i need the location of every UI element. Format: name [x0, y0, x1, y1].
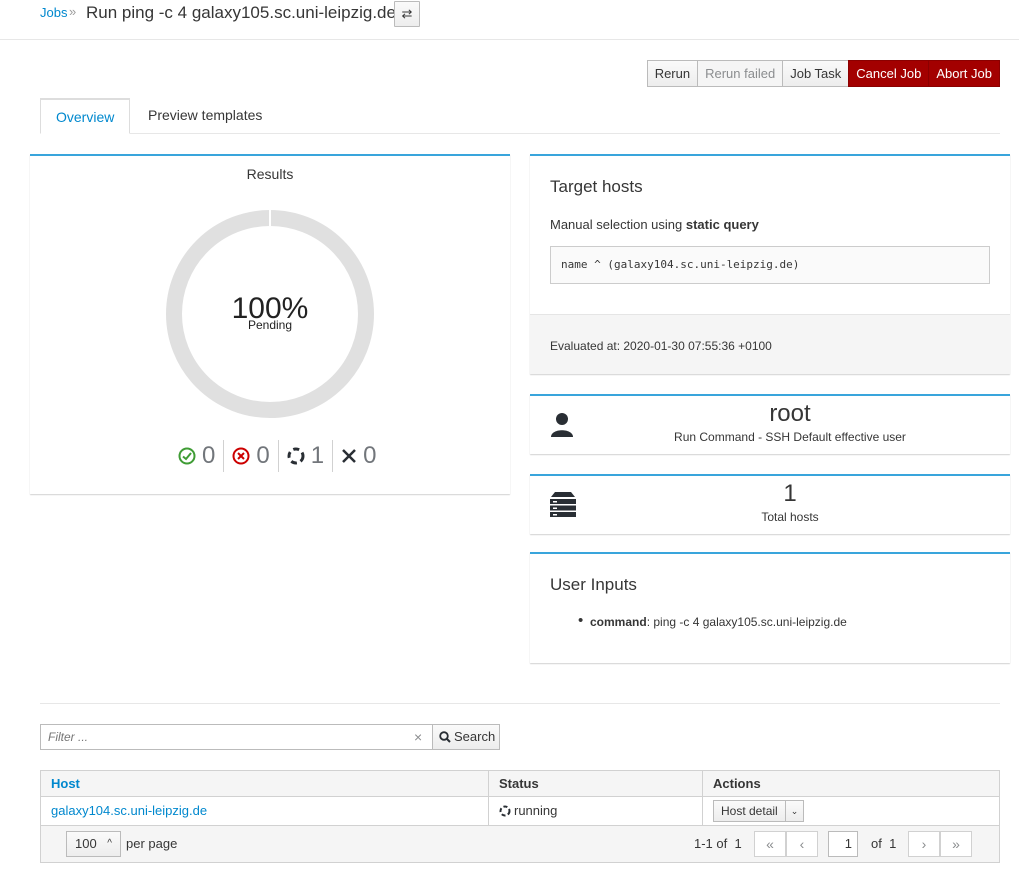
- cancelled-count-value: 0: [363, 442, 377, 469]
- results-title: Results: [246, 166, 294, 182]
- results-card: Results 100% Pending 0 0 1 0: [30, 154, 510, 494]
- pending-count-value: 1: [310, 442, 325, 469]
- target-hosts-title: Target hosts: [550, 177, 643, 196]
- target-hosts-footer: Evaluated at: 2020-01-30 07:55:36 +0100: [530, 314, 1010, 374]
- effective-user-label: Run Command - SSH Default effective user: [674, 430, 906, 444]
- host-detail-button[interactable]: Host detail ⌄: [713, 800, 805, 822]
- job-task-button[interactable]: Job Task: [782, 60, 850, 87]
- failed-count: 0: [224, 440, 279, 472]
- total-hosts-value: 1: [783, 480, 797, 507]
- success-count: 0: [170, 440, 225, 472]
- actions-column-header: Actions: [713, 776, 761, 791]
- page-title: Run ping -c 4 galaxy105.sc.uni-leipzig.d…: [86, 3, 396, 22]
- host-cell: galaxy104.sc.uni-leipzig.de: [41, 797, 489, 825]
- clear-icon[interactable]: ×: [414, 729, 422, 745]
- result-counts: 0 0 1 0: [170, 440, 384, 472]
- chevron-up-icon: ^: [107, 838, 112, 849]
- spinner-icon: [287, 447, 305, 465]
- input-key: command: [590, 615, 647, 629]
- last-page-button[interactable]: »: [940, 831, 972, 857]
- actions-cell: Host detail ⌄: [703, 797, 1000, 825]
- chevron-right-icon: ›: [921, 836, 927, 852]
- host-detail-label: Host detail: [721, 804, 778, 818]
- status-indicator: running: [499, 797, 702, 825]
- total-pages-value: 1: [889, 836, 897, 851]
- total-hosts-card: 1 Total hosts: [530, 474, 1010, 534]
- user-inputs-list: command: ping -c 4 galaxy105.sc.uni-leip…: [578, 612, 847, 629]
- cancelled-count: 0: [333, 440, 384, 472]
- rerun-button[interactable]: Rerun: [646, 60, 699, 87]
- status-text: running: [514, 803, 558, 818]
- breadcrumb: Jobs » Run ping -c 4 galaxy105.sc.uni-le…: [0, 0, 1019, 40]
- double-chevron-right-icon: »: [952, 836, 960, 852]
- search-button[interactable]: Search: [432, 724, 500, 750]
- table-row: galaxy104.sc.uni-leipzig.de running Host…: [41, 797, 999, 826]
- donut-label: Pending: [247, 318, 293, 332]
- cancel-job-button[interactable]: Cancel Job: [848, 60, 930, 87]
- swap-icon: ⇄: [401, 6, 413, 21]
- item-range-total: 1: [734, 836, 742, 851]
- error-circle-icon: [232, 447, 250, 465]
- breadcrumb-jobs-link[interactable]: Jobs: [40, 5, 67, 20]
- pending-count: 1: [279, 440, 334, 472]
- failed-count-value: 0: [256, 442, 270, 469]
- page-number-input[interactable]: 1: [828, 831, 858, 857]
- double-chevron-left-icon: «: [766, 836, 774, 852]
- filter-input[interactable]: [40, 724, 433, 750]
- item-range-text: 1-1 of: [694, 836, 728, 851]
- close-icon: [342, 449, 356, 463]
- host-column-header[interactable]: Host: [41, 771, 489, 796]
- switcher-button[interactable]: ⇄: [394, 1, 420, 27]
- next-page-button[interactable]: ›: [908, 831, 940, 857]
- spinner-icon: [499, 805, 511, 817]
- selection-type: static query: [685, 217, 759, 232]
- search-icon: [439, 731, 451, 743]
- breadcrumb-separator: »: [69, 4, 77, 19]
- host-link[interactable]: galaxy104.sc.uni-leipzig.de: [51, 803, 207, 818]
- chevron-left-icon: ‹: [799, 836, 805, 852]
- input-value: : ping -c 4 galaxy105.sc.uni-leipzig.de: [646, 615, 847, 629]
- previous-page-button[interactable]: ‹: [786, 831, 818, 857]
- of-label: of: [871, 836, 882, 851]
- effective-user-card: root Run Command - SSH Default effective…: [530, 394, 1010, 454]
- per-page-value: 100: [75, 836, 97, 851]
- user-inputs-title: User Inputs: [550, 575, 637, 594]
- per-page-select[interactable]: 100 ^: [66, 831, 121, 857]
- total-hosts-label: Total hosts: [761, 510, 819, 524]
- status-column-header: Status: [489, 771, 703, 796]
- ok-circle-icon: [178, 447, 196, 465]
- rerun-failed-button[interactable]: Rerun failed: [697, 60, 784, 87]
- tab-overview[interactable]: Overview: [40, 98, 131, 134]
- effective-user-value: root: [769, 400, 811, 427]
- selection-prefix: Manual selection using: [550, 217, 683, 232]
- abort-job-button[interactable]: Abort Job: [928, 60, 1000, 87]
- item-range: 1-1 of 1: [694, 836, 742, 851]
- table-header: Host Status Actions: [41, 771, 999, 797]
- search-query-box: name ^ (galaxy104.sc.uni-leipzig.de): [550, 246, 990, 284]
- user-inputs-card: User Inputs command: ping -c 4 galaxy105…: [530, 552, 1010, 663]
- tab-preview-templates[interactable]: Preview templates: [133, 98, 277, 134]
- tab-bar: Overview Preview templates: [40, 98, 1000, 134]
- divider: [40, 703, 1000, 704]
- hosts-table: Host Status Actions galaxy104.sc.uni-lei…: [40, 770, 1000, 863]
- total-pages: of 1: [871, 836, 896, 851]
- list-item: command: ping -c 4 galaxy105.sc.uni-leip…: [578, 612, 847, 629]
- status-cell: running: [489, 797, 703, 825]
- chevron-down-icon[interactable]: ⌄: [784, 801, 804, 821]
- target-hosts-card: Target hosts Manual selection using stat…: [530, 154, 1010, 374]
- pagination: 100 ^ per page 1-1 of 1 « ‹ 1 of 1 › »: [41, 826, 999, 862]
- search-button-label: Search: [454, 729, 496, 744]
- job-actions: Rerun Rerun failed Job Task Cancel Job A…: [646, 60, 1000, 87]
- per-page-label: per page: [126, 836, 178, 851]
- first-page-button[interactable]: «: [754, 831, 786, 857]
- success-count-value: 0: [202, 442, 216, 469]
- evaluated-at: Evaluated at: 2020-01-30 07:55:36 +0100: [550, 339, 772, 353]
- selection-description: Manual selection using static query: [550, 217, 759, 232]
